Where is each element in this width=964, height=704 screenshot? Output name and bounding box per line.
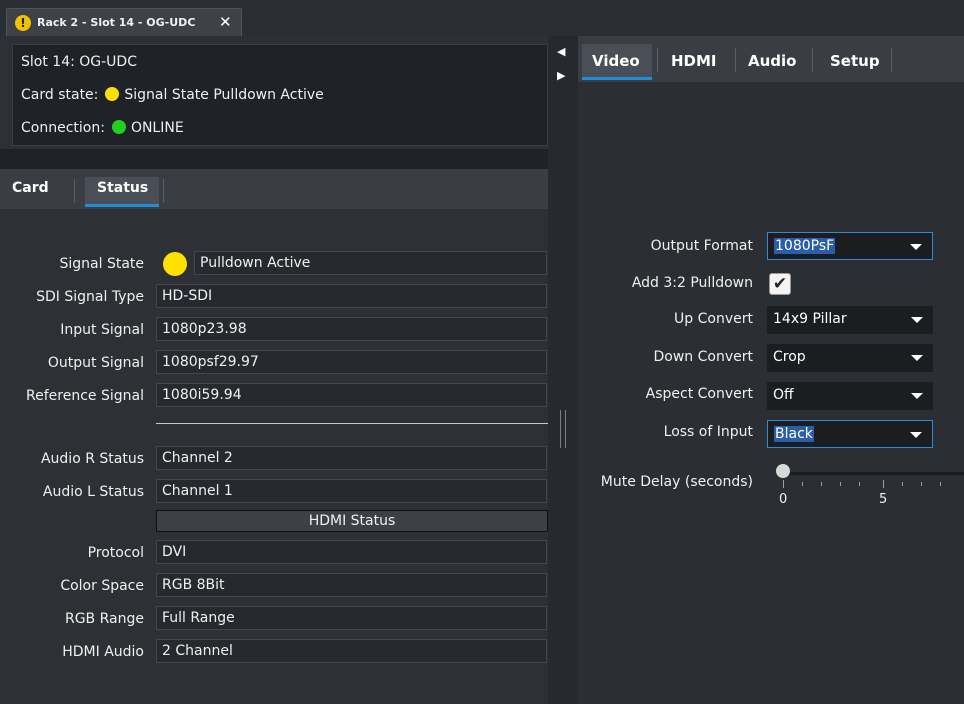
slider-tick-label-5: 5: [879, 492, 888, 507]
down-convert-value: Crop: [773, 349, 806, 365]
slider-tick: [902, 482, 903, 486]
protocol-label: Protocol: [87, 545, 144, 561]
hdmi-audio-field: 2 Channel: [156, 639, 547, 663]
tab-hdmi[interactable]: HDMI: [671, 44, 731, 80]
slider-tick: [883, 480, 884, 488]
input-signal-field: 1080p23.98: [156, 317, 547, 341]
add-pulldown-checkbox[interactable]: ✔: [769, 273, 791, 295]
audio-r-status-label: Audio R Status: [40, 451, 144, 467]
warning-icon: !: [15, 15, 31, 31]
card-state-value: Signal State Pulldown Active: [124, 87, 324, 103]
rgb-range-field: Full Range: [156, 606, 547, 630]
chevron-down-icon: [910, 432, 922, 438]
tab-separator: [812, 48, 813, 72]
color-space-label: Color Space: [60, 578, 144, 594]
tab-status[interactable]: Status: [85, 177, 159, 207]
chevron-down-icon: [911, 393, 923, 399]
connection-label: Connection:: [21, 120, 105, 136]
rgb-range-label: RGB Range: [64, 611, 144, 627]
signal-state-label: Signal State: [59, 256, 144, 272]
audio-r-status-field: Channel 2: [156, 446, 547, 470]
connection-line: Connection: ONLINE: [21, 120, 184, 136]
separator-strip: [0, 149, 556, 169]
slider-tick: [921, 482, 922, 486]
status-panel: Signal State Pulldown Active SDI Signal …: [0, 209, 548, 704]
audio-l-status-label: Audio L Status: [42, 484, 144, 500]
tab-separator: [891, 48, 892, 72]
chevron-down-icon: [911, 355, 923, 361]
slider-tick: [859, 482, 860, 486]
sdi-signal-type-label: SDI Signal Type: [36, 289, 144, 305]
panel-splitter[interactable]: ◀ ▶: [548, 36, 578, 704]
down-convert-label: Down Convert: [653, 349, 753, 365]
signal-state-indicator: [163, 252, 187, 276]
document-tab-bar: ! Rack 2 - Slot 14 - OG-UDC ✕: [0, 0, 964, 36]
close-icon[interactable]: ✕: [219, 13, 232, 31]
add-pulldown-label: Add 3:2 Pulldown: [631, 275, 753, 291]
sdi-signal-type-field: HD-SDI: [156, 284, 547, 308]
output-signal-field: 1080psf29.97: [156, 350, 547, 374]
chevron-down-icon: [910, 244, 922, 250]
card-state-line: Card state: Signal State Pulldown Active: [21, 87, 324, 103]
output-signal-label: Output Signal: [47, 355, 144, 371]
splitter-grip[interactable]: [565, 410, 566, 448]
output-format-label: Output Format: [650, 238, 753, 254]
aspect-convert-select[interactable]: Off: [767, 382, 933, 410]
left-panel: Slot 14: OG-UDC Card state: Signal State …: [0, 36, 556, 704]
reference-signal-field: 1080i59.94: [156, 383, 547, 407]
slider-tick: [783, 480, 784, 488]
output-format-select[interactable]: 1080PsF: [767, 232, 933, 260]
reference-signal-label: Reference Signal: [26, 388, 144, 404]
tab-separator: [74, 179, 75, 203]
output-format-value: 1080PsF: [774, 238, 836, 254]
tab-audio[interactable]: Audio: [748, 44, 808, 80]
tab-separator: [735, 48, 736, 72]
collapse-left-icon[interactable]: ◀: [557, 45, 565, 58]
tab-card[interactable]: Card: [12, 177, 72, 207]
slider-tick: [840, 482, 841, 486]
mute-delay-label: Mute Delay (seconds): [600, 474, 753, 490]
left-tab-bar: Card Status: [0, 169, 556, 209]
splitter-grip[interactable]: [560, 410, 561, 448]
slider-tick: [821, 482, 822, 486]
color-space-field: RGB 8Bit: [156, 573, 547, 597]
tab-separator: [163, 179, 164, 203]
hdmi-audio-label: HDMI Audio: [62, 644, 144, 660]
document-tab-title: Rack 2 - Slot 14 - OG-UDC: [37, 16, 196, 29]
up-convert-label: Up Convert: [674, 311, 753, 327]
hdmi-status-header: HDMI Status: [156, 510, 548, 532]
mute-delay-slider-track[interactable]: [778, 472, 964, 475]
connection-value: ONLINE: [130, 120, 184, 136]
signal-state-field: Pulldown Active: [194, 251, 547, 275]
section-divider: [156, 423, 548, 424]
loss-of-input-label: Loss of Input: [663, 424, 753, 440]
card-info-box: Slot 14: OG-UDC Card state: Signal State …: [12, 44, 548, 146]
slider-tick-label-0: 0: [779, 492, 788, 507]
loss-of-input-value: Black: [774, 426, 814, 442]
loss-of-input-select[interactable]: Black: [767, 420, 933, 448]
protocol-field: DVI: [156, 540, 547, 564]
connection-indicator: [111, 120, 126, 134]
down-convert-select[interactable]: Crop: [767, 344, 933, 372]
mute-delay-slider-thumb[interactable]: [776, 464, 790, 478]
up-convert-value: 14x9 Pillar: [773, 311, 847, 327]
audio-l-status-field: Channel 1: [156, 479, 547, 503]
right-panel: Video HDMI Audio Setup Output Format 108…: [578, 36, 964, 704]
card-state-indicator: [105, 87, 120, 101]
slot-title: Slot 14: OG-UDC: [21, 54, 137, 70]
right-tab-bar: Video HDMI Audio Setup: [578, 36, 964, 82]
chevron-down-icon: [911, 317, 923, 323]
document-tab[interactable]: ! Rack 2 - Slot 14 - OG-UDC ✕: [6, 8, 242, 36]
slider-tick: [802, 482, 803, 486]
up-convert-select[interactable]: 14x9 Pillar: [767, 306, 933, 334]
tab-setup[interactable]: Setup: [830, 44, 890, 80]
tab-separator: [657, 48, 658, 72]
aspect-convert-value: Off: [773, 387, 794, 403]
tab-video[interactable]: Video: [582, 44, 652, 80]
slider-tick: [940, 482, 941, 486]
input-signal-label: Input Signal: [60, 322, 144, 338]
card-state-label: Card state:: [21, 87, 99, 103]
aspect-convert-label: Aspect Convert: [645, 386, 753, 402]
expand-right-icon[interactable]: ▶: [557, 69, 565, 82]
